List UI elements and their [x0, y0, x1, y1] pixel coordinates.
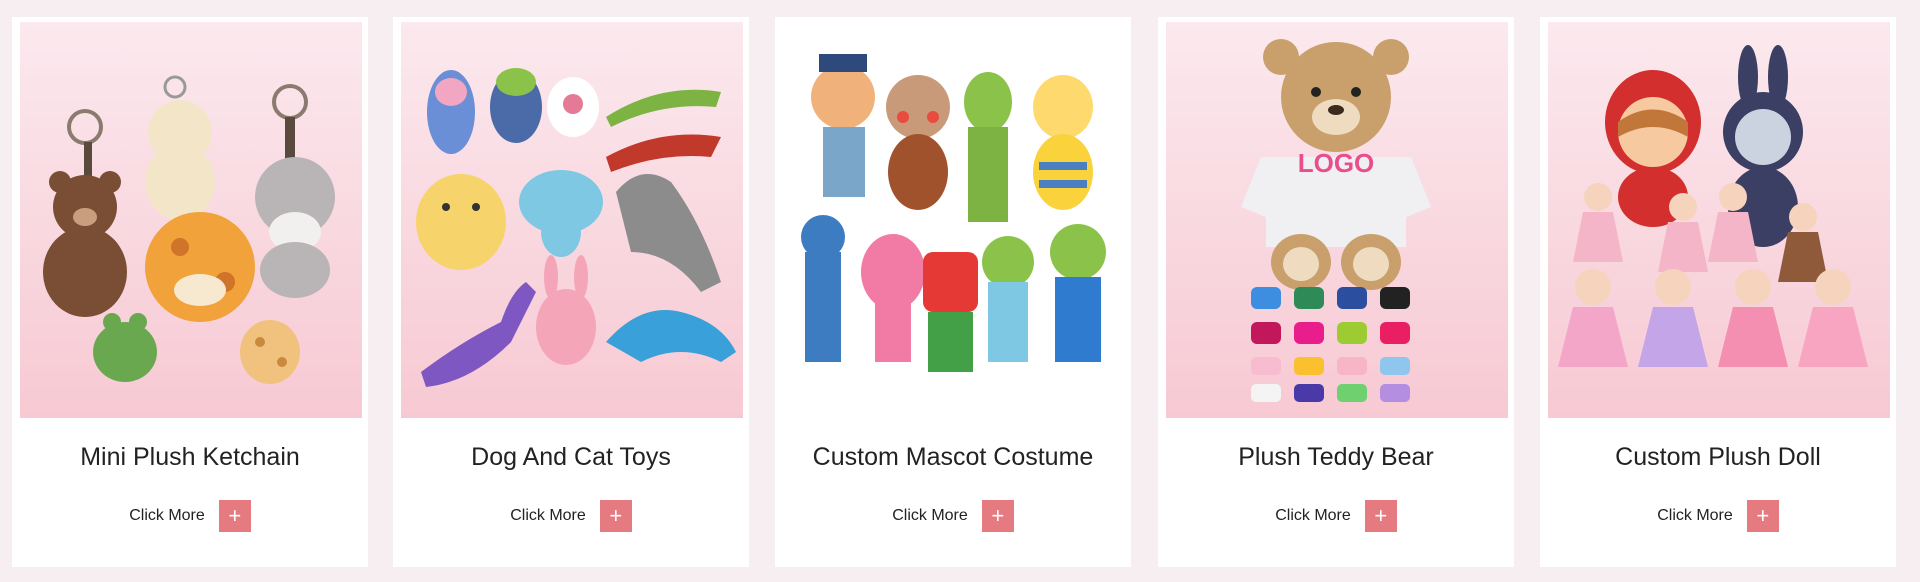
- click-more-row[interactable]: Click More +: [12, 500, 368, 532]
- product-card-custom-mascot-costume[interactable]: Custom Mascot Costume Click More +: [775, 17, 1131, 567]
- product-title[interactable]: Mini Plush Ketchain: [12, 443, 368, 472]
- product-card-plush-teddy-bear[interactable]: LOGO Plush Teddy Bear Click More +: [1158, 17, 1514, 567]
- product-card-dog-and-cat-toys[interactable]: Dog And Cat Toys Click More +: [393, 17, 749, 567]
- product-title[interactable]: Custom Plush Doll: [1540, 443, 1896, 472]
- product-image-pet-toys[interactable]: [401, 22, 743, 418]
- product-title[interactable]: Custom Mascot Costume: [775, 443, 1131, 472]
- click-more-link[interactable]: Click More: [510, 507, 586, 525]
- plus-icon[interactable]: +: [1364, 500, 1397, 532]
- plus-icon[interactable]: +: [599, 500, 632, 532]
- plus-icon[interactable]: +: [981, 500, 1014, 532]
- product-card-mini-plush-keychain[interactable]: Mini Plush Ketchain Click More +: [12, 17, 368, 567]
- plus-icon[interactable]: +: [218, 500, 251, 532]
- click-more-link[interactable]: Click More: [129, 507, 205, 525]
- product-category-grid: Mini Plush Ketchain Click More + Dog And…: [0, 0, 1920, 582]
- hoodie-swatches: [1251, 287, 1410, 402]
- product-title[interactable]: Plush Teddy Bear: [1158, 443, 1514, 472]
- product-card-custom-plush-doll[interactable]: Custom Plush Doll Click More +: [1540, 17, 1896, 567]
- click-more-row[interactable]: Click More +: [393, 500, 749, 532]
- logo-text: LOGO: [1298, 148, 1375, 178]
- product-image-teddy-bear[interactable]: LOGO: [1166, 22, 1508, 418]
- click-more-link[interactable]: Click More: [892, 507, 968, 525]
- product-image-plush-dolls[interactable]: [1548, 22, 1890, 418]
- click-more-row[interactable]: Click More +: [775, 500, 1131, 532]
- click-more-row[interactable]: Click More +: [1158, 500, 1514, 532]
- click-more-link[interactable]: Click More: [1275, 507, 1351, 525]
- product-image-mascots[interactable]: [783, 22, 1125, 418]
- product-image-keychains[interactable]: [20, 22, 362, 418]
- plus-icon[interactable]: +: [1746, 500, 1779, 532]
- click-more-link[interactable]: Click More: [1657, 507, 1733, 525]
- click-more-row[interactable]: Click More +: [1540, 500, 1896, 532]
- product-title[interactable]: Dog And Cat Toys: [393, 443, 749, 472]
